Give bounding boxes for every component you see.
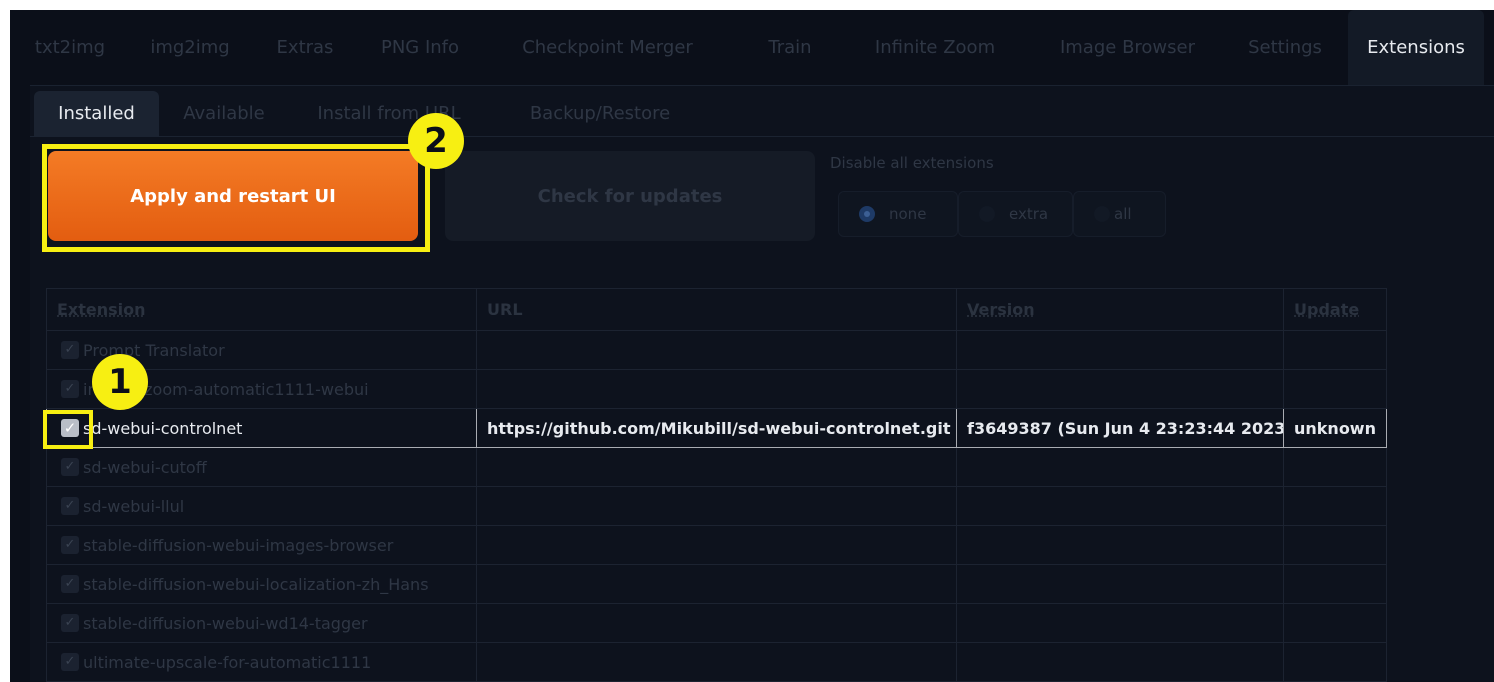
subtab-available[interactable]: Available xyxy=(159,91,289,136)
extension-name: stable-diffusion-webui-wd14-tagger xyxy=(83,613,368,633)
update-cell xyxy=(1283,603,1387,643)
update-cell: unknown xyxy=(1283,408,1387,448)
version-cell: f3649387 (Sun Jun 4 23:23:44 2023) xyxy=(956,408,1284,448)
version-cell xyxy=(956,369,1284,409)
extension-name: sd-webui-llul xyxy=(83,496,185,516)
version-cell xyxy=(956,603,1284,643)
checkbox-checked-icon[interactable]: ✓ xyxy=(61,536,79,554)
table-row: ✓ infinite-zoom-automatic1111-webui xyxy=(46,369,1387,409)
tab-extras[interactable]: Extras xyxy=(250,10,360,85)
extension-cell: ✓ sd-webui-llul xyxy=(46,486,477,526)
step-1-badge: 1 xyxy=(92,354,148,410)
url-cell xyxy=(476,486,957,526)
checkbox-checked-icon[interactable]: ✓ xyxy=(61,380,79,398)
header-version[interactable]: Version xyxy=(956,288,1284,331)
extension-cell: ✓ ultimate-upscale-for-automatic1111 xyxy=(46,642,477,682)
update-cell xyxy=(1283,330,1387,370)
update-cell xyxy=(1283,525,1387,565)
extension-cell: ✓ sd-webui-controlnet xyxy=(46,408,477,448)
update-cell xyxy=(1283,369,1387,409)
radio-unselected-icon xyxy=(979,206,995,222)
url-cell xyxy=(476,447,957,487)
version-cell xyxy=(956,330,1284,370)
header-url: URL xyxy=(476,288,957,331)
extension-cell: ✓ stable-diffusion-webui-localization-zh_… xyxy=(46,564,477,604)
checkbox-checked-icon[interactable]: ✓ xyxy=(61,341,79,359)
table-row: ✓ sd-webui-cutoff xyxy=(46,447,1387,487)
update-cell xyxy=(1283,486,1387,526)
tab-txt2img[interactable]: txt2img xyxy=(10,10,130,85)
extension-cell: ✓ stable-diffusion-webui-wd14-tagger xyxy=(46,603,477,643)
tab-train[interactable]: Train xyxy=(735,10,845,85)
url-cell xyxy=(476,369,957,409)
extension-name: sd-webui-controlnet xyxy=(83,418,243,438)
checkbox-checked-icon[interactable]: ✓ xyxy=(61,653,79,671)
tab-settings[interactable]: Settings xyxy=(1230,10,1340,85)
url-cell xyxy=(476,642,957,682)
radio-extra-label: extra xyxy=(1009,205,1049,223)
subtab-backup-restore[interactable]: Backup/Restore xyxy=(500,91,700,136)
extension-cell: ✓ sd-webui-cutoff xyxy=(46,447,477,487)
header-update[interactable]: Update xyxy=(1283,288,1387,331)
table-row: ✓ stable-diffusion-webui-wd14-tagger xyxy=(46,603,1387,643)
version-cell xyxy=(956,447,1284,487)
top-tab-bar: txt2img img2img Extras PNG Info Checkpoi… xyxy=(10,10,1494,85)
checkbox-checked-icon[interactable]: ✓ xyxy=(61,614,79,632)
version-cell xyxy=(956,564,1284,604)
extension-name: stable-diffusion-webui-images-browser xyxy=(83,535,394,555)
checkbox-checked-icon[interactable]: ✓ xyxy=(61,419,79,437)
table-row: ✓ sd-webui-llul xyxy=(46,486,1387,526)
extension-cell: ✓ stable-diffusion-webui-images-browser xyxy=(46,525,477,565)
checkbox-checked-icon[interactable]: ✓ xyxy=(61,575,79,593)
extensions-panel: Installed Available Install from URL Bac… xyxy=(30,85,1494,682)
extension-name: stable-diffusion-webui-localization-zh_H… xyxy=(83,574,429,594)
checkbox-checked-icon[interactable]: ✓ xyxy=(61,458,79,476)
update-cell xyxy=(1283,564,1387,604)
extension-name: sd-webui-cutoff xyxy=(83,457,207,477)
table-row: ✓ stable-diffusion-webui-localization-zh_… xyxy=(46,564,1387,604)
url-cell[interactable]: https://github.com/Mikubill/sd-webui-con… xyxy=(476,408,957,448)
table-row: ✓ ultimate-upscale-for-automatic1111 xyxy=(46,642,1387,682)
tab-image-browser[interactable]: Image Browser xyxy=(1025,10,1230,85)
version-cell xyxy=(956,486,1284,526)
disable-extensions-label: Disable all extensions xyxy=(830,154,994,172)
url-cell xyxy=(476,603,957,643)
version-cell xyxy=(956,642,1284,682)
table-row: ✓ Prompt Translator xyxy=(46,330,1387,370)
radio-all[interactable]: all xyxy=(1073,191,1166,237)
extension-name: Prompt Translator xyxy=(83,340,225,360)
url-cell xyxy=(476,330,957,370)
tab-png-info[interactable]: PNG Info xyxy=(360,10,480,85)
subtab-installed[interactable]: Installed xyxy=(34,91,159,136)
radio-unselected-icon xyxy=(1094,206,1110,222)
radio-all-label: all xyxy=(1114,205,1132,223)
url-cell xyxy=(476,525,957,565)
url-cell xyxy=(476,564,957,604)
update-cell xyxy=(1283,642,1387,682)
update-cell xyxy=(1283,447,1387,487)
tab-extensions[interactable]: Extensions xyxy=(1348,10,1484,85)
tab-infinite-zoom[interactable]: Infinite Zoom xyxy=(845,10,1025,85)
step-2-badge: 2 xyxy=(408,113,464,169)
extension-name: ultimate-upscale-for-automatic1111 xyxy=(83,652,372,672)
table-row-active: ✓ sd-webui-controlnet https://github.com/… xyxy=(46,408,1387,448)
subtab-divider xyxy=(30,136,1494,137)
radio-none[interactable]: none xyxy=(838,191,958,237)
radio-extra[interactable]: extra xyxy=(958,191,1073,237)
apply-and-restart-button[interactable]: Apply and restart UI xyxy=(48,151,418,241)
header-extension[interactable]: Extension xyxy=(46,288,477,331)
tab-checkpoint-merger[interactable]: Checkpoint Merger xyxy=(480,10,735,85)
webui-window: txt2img img2img Extras PNG Info Checkpoi… xyxy=(10,10,1494,682)
radio-selected-icon xyxy=(859,206,875,222)
radio-none-label: none xyxy=(889,205,927,223)
table-row: ✓ stable-diffusion-webui-images-browser xyxy=(46,525,1387,565)
extensions-table: Extension URL Version Update ✓ Prompt Tra… xyxy=(46,288,1387,682)
checkbox-checked-icon[interactable]: ✓ xyxy=(61,497,79,515)
table-header-row: Extension URL Version Update xyxy=(46,288,1387,331)
check-for-updates-button[interactable]: Check for updates xyxy=(445,151,815,241)
version-cell xyxy=(956,525,1284,565)
tab-img2img[interactable]: img2img xyxy=(130,10,250,85)
